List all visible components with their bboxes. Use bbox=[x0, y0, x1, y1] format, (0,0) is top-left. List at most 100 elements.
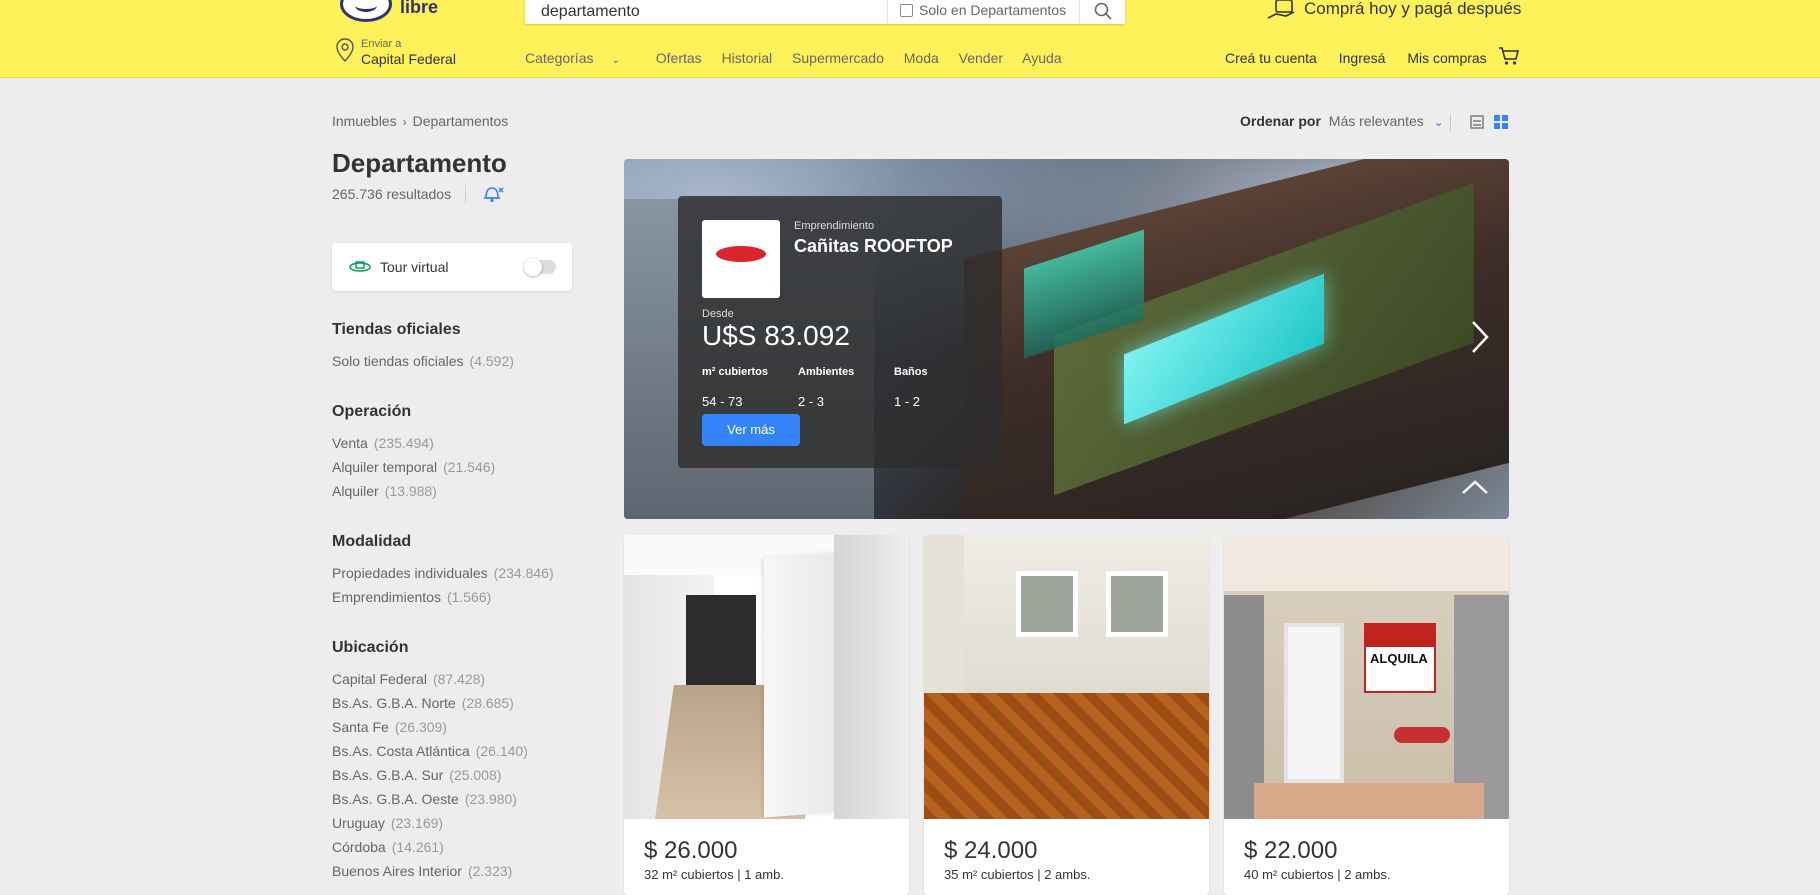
featured-development-banner[interactable]: Emprendimiento Cañitas ROOFTOP Desde U$S… bbox=[624, 159, 1509, 519]
user-nav: Creá tu cuenta Ingresá Mis compras bbox=[1225, 50, 1505, 66]
filter-option[interactable]: Buenos Aires Interior (2.323) bbox=[332, 859, 572, 883]
filter-option[interactable]: Alquiler (13.988) bbox=[332, 479, 572, 503]
location-label: Enviar a bbox=[361, 38, 402, 50]
checkbox-icon[interactable] bbox=[900, 4, 913, 17]
sort-label: Ordenar por bbox=[1240, 113, 1321, 129]
filter-option[interactable]: Bs.As. G.B.A. Norte (28.685) bbox=[332, 691, 572, 715]
divider bbox=[1450, 114, 1451, 132]
tour-virtual-label: Tour virtual bbox=[380, 259, 449, 275]
development-price: U$S 83.092 bbox=[702, 320, 850, 351]
promo-banner[interactable]: Comprá hoy y pagá después bbox=[1266, 0, 1526, 20]
development-kicker: Emprendimiento bbox=[794, 220, 875, 232]
filter-group-title: Modalidad bbox=[332, 533, 412, 550]
page-title: Departamento bbox=[332, 148, 507, 178]
development-info-card: Emprendimiento Cañitas ROOFTOP Desde U$S… bbox=[678, 196, 1002, 468]
listing-photo bbox=[924, 535, 1209, 819]
listing-meta: 40 m² cubiertos | 2 ambs. bbox=[1244, 867, 1391, 882]
promo-text: Comprá hoy y pagá después bbox=[1304, 0, 1522, 18]
filters-sidebar: Departamento 265.736 resultados Tour vir… bbox=[332, 148, 572, 883]
ver-mas-button[interactable]: Ver más bbox=[702, 414, 800, 446]
create-account-link[interactable]: Creá tu cuenta bbox=[1225, 50, 1317, 66]
my-purchases-link[interactable]: Mis compras bbox=[1407, 50, 1486, 66]
login-link[interactable]: Ingresá bbox=[1339, 50, 1386, 66]
nav-supermercado[interactable]: Supermercado bbox=[792, 50, 884, 66]
for-rent-sign-text: ALQUILA bbox=[1370, 651, 1428, 666]
listing-meta: 35 m² cubiertos | 2 ambs. bbox=[944, 867, 1091, 882]
spec-baths: Baños 1 - 2 bbox=[894, 366, 928, 409]
main-nav: Categorías ⌄ Ofertas Historial Supermerca… bbox=[525, 50, 1078, 68]
filter-option[interactable]: Emprendimientos (1.566) bbox=[332, 585, 572, 609]
tour-virtual-toggle[interactable] bbox=[524, 258, 556, 276]
filter-group-tiendas: Tiendas oficiales Solo tiendas oficiales… bbox=[332, 321, 572, 373]
nav-vender[interactable]: Vender bbox=[959, 50, 1003, 66]
breadcrumb-item[interactable]: Departamentos bbox=[413, 113, 509, 129]
developer-logo bbox=[702, 220, 780, 298]
location-pin-icon bbox=[336, 38, 354, 62]
nav-categorias-label: Categorías bbox=[525, 50, 594, 66]
filter-option[interactable]: Bs.As. G.B.A. Oeste (23.980) bbox=[332, 787, 572, 811]
filter-option[interactable]: Propiedades individuales (234.846) bbox=[332, 561, 572, 585]
filter-group-operacion: Operación Venta (235.494) Alquiler tempor… bbox=[332, 403, 572, 503]
listing-photo bbox=[624, 535, 909, 819]
chevron-right-icon: › bbox=[402, 115, 407, 129]
nav-moda[interactable]: Moda bbox=[904, 50, 939, 66]
filter-group-title: Operación bbox=[332, 403, 412, 420]
chevron-down-icon: ⌄ bbox=[1433, 115, 1444, 129]
grid-view-icon[interactable] bbox=[1494, 115, 1508, 129]
filter-option[interactable]: Córdoba (14.261) bbox=[332, 835, 572, 859]
360-tour-icon bbox=[349, 261, 371, 272]
spec-area: m² cubiertos 54 - 73 bbox=[702, 366, 769, 409]
mercadolibre-logo[interactable]: mercado libre bbox=[340, 0, 480, 26]
listing-price: $ 22.000 bbox=[1244, 837, 1338, 864]
chevron-down-icon: ⌄ bbox=[611, 55, 620, 66]
filter-option[interactable]: Santa Fe (26.309) bbox=[332, 715, 572, 739]
listing-meta: 32 m² cubiertos | 1 amb. bbox=[644, 867, 784, 882]
listing-card[interactable]: ALQUILA $ 22.000 40 m² cubiertos | 2 amb… bbox=[1224, 535, 1509, 895]
sort-dropdown[interactable]: Ordenar por Más relevantes ⌄ bbox=[1240, 113, 1444, 129]
price-from-label: Desde bbox=[702, 308, 734, 320]
search-input[interactable] bbox=[525, 0, 885, 24]
only-in-category-filter[interactable]: Solo en Departamentos bbox=[887, 0, 1077, 24]
cart-icon bbox=[1499, 47, 1520, 65]
results-count: 265.736 resultados bbox=[332, 186, 452, 202]
search-button[interactable] bbox=[1079, 0, 1125, 24]
spec-rooms: Ambientes 2 - 3 bbox=[798, 366, 855, 409]
nav-ayuda[interactable]: Ayuda bbox=[1022, 50, 1061, 66]
tour-virtual-filter[interactable]: Tour virtual bbox=[332, 243, 572, 291]
filter-option[interactable]: Alquiler temporal (21.546) bbox=[332, 455, 572, 479]
bell-alert-icon[interactable] bbox=[480, 185, 504, 203]
hand-money-icon bbox=[1267, 0, 1295, 19]
handshake-logo-icon bbox=[340, 0, 392, 22]
nav-ofertas[interactable]: Ofertas bbox=[656, 50, 702, 66]
listing-photo: ALQUILA bbox=[1224, 535, 1509, 819]
filter-option[interactable]: Solo tiendas oficiales (4.592) bbox=[332, 349, 572, 373]
listing-card[interactable]: $ 26.000 32 m² cubiertos | 1 amb. bbox=[624, 535, 909, 895]
breadcrumb-item[interactable]: Inmuebles bbox=[332, 113, 397, 129]
chevron-right-icon[interactable] bbox=[1469, 319, 1491, 355]
results-row: 265.736 resultados bbox=[332, 185, 572, 203]
filter-option[interactable]: Bs.As. Costa Atlántica (26.140) bbox=[332, 739, 572, 763]
location-value: Capital Federal bbox=[361, 51, 456, 67]
listing-card[interactable]: $ 24.000 35 m² cubiertos | 2 ambs. bbox=[924, 535, 1209, 895]
development-name: Cañitas ROOFTOP bbox=[794, 236, 953, 256]
delivery-location[interactable]: Enviar a Capital Federal bbox=[336, 36, 476, 70]
only-in-category-label: Solo en Departamentos bbox=[919, 2, 1067, 18]
chevron-up-icon[interactable] bbox=[1461, 479, 1489, 495]
search-icon bbox=[1094, 2, 1112, 20]
nav-categorias[interactable]: Categorías ⌄ bbox=[525, 50, 636, 66]
filter-group-ubicacion: Ubicación Capital Federal (87.428) Bs.As.… bbox=[332, 639, 572, 883]
sort-value: Más relevantes bbox=[1328, 113, 1424, 129]
filter-group-title: Tiendas oficiales bbox=[332, 321, 461, 338]
filter-option[interactable]: Uruguay (23.169) bbox=[332, 811, 572, 835]
divider bbox=[465, 185, 467, 203]
filter-group-modalidad: Modalidad Propiedades individuales (234.8… bbox=[332, 533, 572, 609]
filter-option[interactable]: Capital Federal (87.428) bbox=[332, 667, 572, 691]
filter-option[interactable]: Venta (235.494) bbox=[332, 431, 572, 455]
listing-price: $ 24.000 bbox=[944, 837, 1038, 864]
cart-button[interactable] bbox=[1498, 46, 1520, 71]
listing-price: $ 26.000 bbox=[644, 837, 738, 864]
listing-grid: $ 26.000 32 m² cubiertos | 1 amb. $ 24.0… bbox=[624, 535, 1509, 895]
list-view-icon[interactable] bbox=[1470, 115, 1484, 129]
filter-option[interactable]: Bs.As. G.B.A. Sur (25.008) bbox=[332, 763, 572, 787]
nav-historial[interactable]: Historial bbox=[722, 50, 773, 66]
